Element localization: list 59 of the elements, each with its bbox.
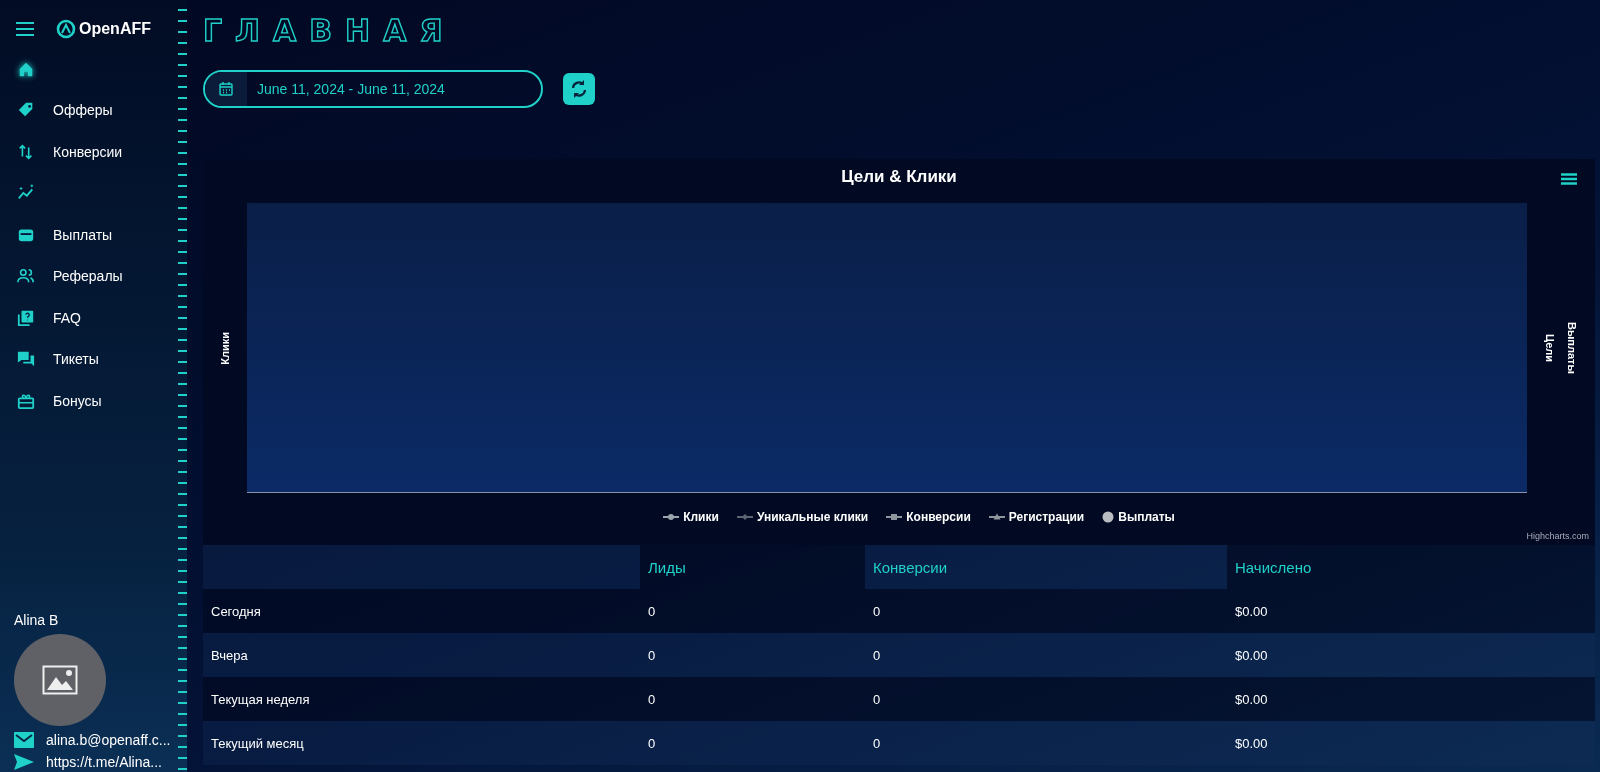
- table-cell: 0: [865, 677, 1227, 721]
- send-icon: [14, 754, 34, 770]
- legend-line-marker-icon: [988, 512, 1005, 522]
- menu-icon[interactable]: [1561, 173, 1577, 185]
- chat-icon: [17, 350, 35, 369]
- table-cell: $0.00: [1227, 633, 1595, 677]
- legend-line-marker-icon: [886, 512, 903, 522]
- row-label: Текущий месяц: [203, 721, 640, 765]
- table-cell: $0.00: [1227, 589, 1595, 633]
- legend-dot-icon: [1102, 511, 1115, 523]
- nav-item[interactable]: Офферы: [0, 89, 162, 131]
- legend-item[interactable]: Уникальные клики: [736, 510, 869, 524]
- nav-item[interactable]: Рефералы: [0, 255, 162, 297]
- chart-title: Цели & Клики: [841, 167, 957, 188]
- legend-item[interactable]: Клики: [663, 510, 719, 524]
- column-header: Лиды: [640, 545, 865, 589]
- mail-icon: [14, 732, 34, 748]
- date-range-field[interactable]: June 11, 2024 - June 11, 2024: [203, 70, 543, 108]
- gift-icon: [17, 391, 35, 410]
- nav-item[interactable]: FAQ: [0, 297, 162, 339]
- nav-item[interactable]: Бонусы: [0, 380, 162, 422]
- table-cell: 0: [640, 677, 865, 721]
- question-cards-icon: [17, 308, 35, 327]
- nav-item[interactable]: Тикеты: [0, 338, 162, 380]
- table-cell: 0: [865, 589, 1227, 633]
- legend-line-marker-icon: [736, 512, 753, 522]
- table-cell: $0.00: [1227, 677, 1595, 721]
- table-cell: 0: [640, 721, 865, 765]
- row-label: Сегодня: [203, 589, 640, 633]
- column-header: Начислено: [1227, 545, 1595, 589]
- email-link[interactable]: alina.b@openaff.c...: [14, 732, 171, 748]
- axis-title: Цели: [1544, 333, 1556, 362]
- nav-item[interactable]: Конверсии: [0, 131, 162, 173]
- table-cell: 0: [865, 721, 1227, 765]
- legend-item[interactable]: Регистрации: [988, 510, 1085, 524]
- table-cell: 0: [865, 633, 1227, 677]
- menu-icon[interactable]: [16, 22, 34, 36]
- axis-title: Выплаты: [1566, 322, 1578, 374]
- refresh-button[interactable]: [563, 73, 595, 105]
- refresh-icon: [569, 79, 589, 99]
- user-name: Alina B: [14, 612, 60, 628]
- picture-icon: [42, 665, 78, 695]
- legend-line-marker-icon: [663, 512, 680, 522]
- legend-item[interactable]: Выплаты: [1102, 510, 1175, 524]
- axis-title: Клики: [219, 331, 231, 365]
- legend-item[interactable]: Конверсии: [886, 510, 971, 524]
- page-title: ГЛАВНАЯ: [203, 14, 456, 48]
- table-cell: 0: [640, 633, 865, 677]
- row-label: Вчера: [203, 633, 640, 677]
- telegram-link[interactable]: https://t.me/Alina...: [14, 754, 162, 770]
- logo-text: OpenAFF: [79, 20, 151, 38]
- table-cell: 0: [640, 589, 865, 633]
- logo-icon: [56, 19, 76, 39]
- calendar-icon: [219, 82, 233, 96]
- up-down-arrows-icon: [17, 142, 35, 161]
- nav-item[interactable]: Выплаты: [0, 214, 162, 256]
- row-label: Текущая неделя: [203, 677, 640, 721]
- chart-credits[interactable]: Highcharts.com: [1526, 531, 1589, 541]
- column-header: Конверсии: [865, 545, 1227, 589]
